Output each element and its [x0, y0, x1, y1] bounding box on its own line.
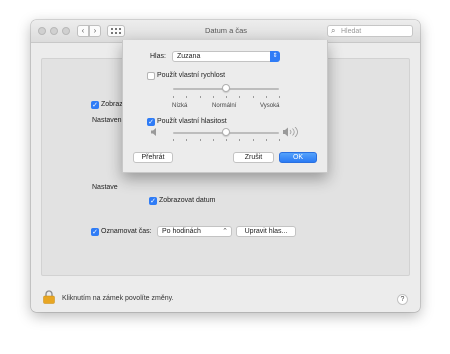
slider-tick	[279, 139, 280, 141]
show-clock-checkbox[interactable]: ✓	[91, 101, 99, 109]
slider-tick	[173, 96, 174, 98]
back-button[interactable]: ‹	[77, 25, 89, 37]
custom-rate-label: Použít vlastní rychlost	[157, 72, 226, 79]
updown-arrows-icon: ⌃	[222, 228, 228, 235]
slider-tick	[239, 139, 241, 141]
chevron-left-icon: ‹	[81, 26, 85, 35]
volume-high-icon	[283, 127, 298, 137]
slider-tick	[279, 96, 280, 98]
close-window-button[interactable]	[38, 27, 46, 35]
voice-value: Zuzana	[177, 53, 201, 60]
cancel-button[interactable]: Zrušit	[233, 152, 274, 163]
voice-label: Hlas:	[150, 53, 166, 60]
window-title: Datum a čas	[204, 26, 248, 35]
slider-tick	[212, 96, 214, 98]
volume-low-icon	[151, 128, 156, 136]
slider-tick	[186, 96, 188, 98]
custom-volume-label: Použít vlastní hlasitost	[157, 118, 227, 125]
voice-popup[interactable]: Zuzana ⇕	[172, 51, 280, 62]
lock-text: Kliknutím na zámek povolíte změny.	[62, 295, 174, 302]
rate-slider-knob[interactable]	[222, 84, 230, 92]
ok-button[interactable]: OK	[279, 152, 317, 163]
lock-icon[interactable]	[43, 290, 55, 304]
slider-tick	[226, 139, 227, 141]
help-button[interactable]: ?	[397, 294, 408, 305]
announce-time-label: Oznamovat čas:	[101, 228, 152, 235]
announce-interval-value: Po hodinách	[162, 228, 201, 235]
rate-label-high: Vysoká	[260, 103, 280, 109]
rate-label-normal: Normální	[212, 103, 237, 109]
announce-time-checkbox[interactable]: ✓	[91, 228, 99, 236]
slider-tick	[173, 139, 174, 141]
search-placeholder: Hledat	[341, 27, 362, 35]
chevron-right-icon: ›	[93, 26, 97, 35]
show-all-button[interactable]	[107, 25, 125, 37]
slider-tick	[239, 96, 241, 98]
slider-tick	[226, 96, 227, 98]
voice-settings-sheet: Hlas: Zuzana ⇕ Použít vlastní rychlost N…	[122, 40, 328, 173]
volume-slider-knob[interactable]	[222, 128, 230, 136]
search-field[interactable]: ⌕ Hledat	[327, 25, 413, 37]
show-clock-label: Zobraz	[101, 101, 123, 108]
slider-tick	[265, 96, 267, 98]
rate-label-low: Nízká	[172, 103, 188, 109]
slider-tick	[186, 139, 188, 141]
custom-rate-checkbox[interactable]	[147, 72, 155, 80]
grid-icon	[111, 28, 121, 34]
play-button[interactable]: Přehrát	[133, 152, 173, 163]
announce-interval-popup[interactable]: Po hodinách ⌃	[157, 226, 232, 237]
slider-tick	[265, 139, 267, 141]
show-date-label: Zobrazovat datum	[159, 197, 216, 204]
slider-tick	[199, 96, 201, 98]
search-icon: ⌕	[331, 26, 336, 35]
forward-button[interactable]: ›	[89, 25, 101, 37]
slider-tick	[199, 139, 201, 141]
settings-label: Nastaven	[92, 117, 122, 124]
minimize-window-button[interactable]	[50, 27, 58, 35]
settings-label-2: Nastave	[92, 184, 118, 191]
show-date-checkbox[interactable]: ✓	[149, 197, 157, 205]
custom-volume-checkbox[interactable]: ✓	[147, 118, 155, 126]
slider-tick	[252, 139, 254, 141]
slider-tick	[212, 139, 214, 141]
zoom-window-button[interactable]	[62, 27, 70, 35]
customize-voice-button[interactable]: Upravit hlas...	[236, 226, 296, 237]
slider-tick	[252, 96, 254, 98]
updown-arrows-icon: ⇕	[270, 51, 280, 62]
